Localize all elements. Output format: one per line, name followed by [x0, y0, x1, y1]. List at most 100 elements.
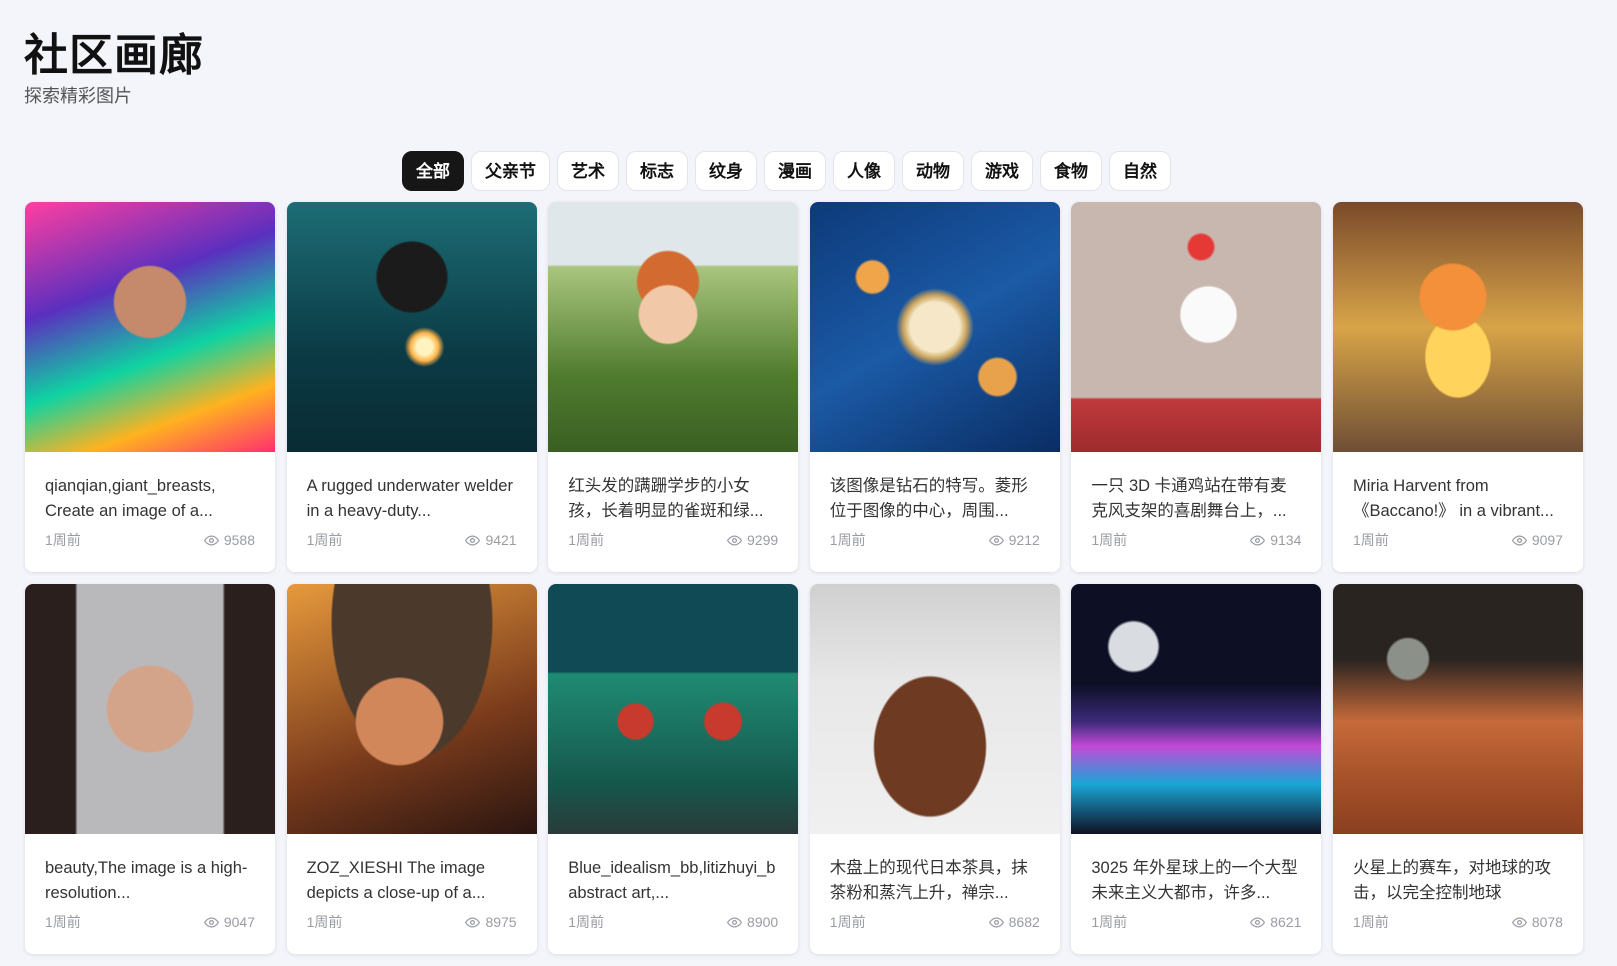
card-view-count: 9134	[1270, 532, 1302, 548]
card-caption: 红头发的蹒跚学步的小女孩，长着明显的雀斑和绿...	[568, 477, 764, 520]
gallery-card[interactable]: 一只 3D 卡通鸡站在带有麦克风支架的喜剧舞台上，... 1周前 9134	[1071, 202, 1322, 572]
gallery-card[interactable]: qianqian,giant_breasts, Create an image …	[25, 202, 275, 572]
page-title: 社区画廊	[24, 30, 204, 81]
gallery-card[interactable]: 火星上的赛车，对地球的攻击，以完全控制地球 1周前 8078	[1332, 584, 1583, 954]
tab-portrait[interactable]: 人像	[833, 151, 895, 191]
card-views: 8621	[1250, 912, 1301, 932]
card-view-count: 9588	[223, 532, 255, 548]
card-image[interactable]	[548, 584, 799, 834]
card-views: 8682	[988, 912, 1040, 932]
card-caption: 该图像是钻石的特写。菱形位于图像的中心，周围...	[829, 477, 1028, 520]
card-views: 9047	[203, 912, 255, 932]
card-caption: A rugged underwater welder in a heavy-du…	[306, 477, 513, 520]
card-views: 9588	[203, 530, 255, 550]
card-view-count: 9212	[1008, 532, 1040, 548]
gallery-card[interactable]: 红头发的蹒跚学步的小女孩，长着明显的雀斑和绿... 1周前 9299	[548, 202, 799, 572]
card-meta: 1周前 9299	[568, 530, 778, 550]
card-meta: 1周前 8078	[1353, 912, 1563, 932]
card-view-count: 9097	[1531, 532, 1563, 548]
card-view-count: 8078	[1531, 914, 1563, 930]
card-caption: qianqian,giant_breasts, Create an image …	[45, 477, 216, 520]
gallery-grid: qianqian,giant_breasts, Create an image …	[25, 202, 1583, 954]
tab-tattoo[interactable]: 纹身	[695, 151, 757, 191]
eye-icon	[1511, 916, 1527, 928]
card-meta: 1周前 8682	[830, 912, 1040, 932]
card-views: 9299	[727, 530, 778, 550]
card-image[interactable]	[548, 202, 799, 452]
card-image[interactable]	[809, 584, 1060, 834]
gallery-card[interactable]: 该图像是钻石的特写。菱形位于图像的中心，周围... 1周前 9212	[809, 202, 1060, 572]
card-time: 1周前	[568, 532, 604, 548]
card-image[interactable]	[1332, 202, 1583, 452]
card-image[interactable]	[25, 202, 275, 452]
tab-animal[interactable]: 动物	[902, 151, 964, 191]
card-image[interactable]	[1332, 584, 1583, 834]
card-caption: 木盘上的现代日本茶具，抹茶粉和蒸汽上升，禅宗...	[829, 859, 1028, 902]
gallery-card[interactable]: A rugged underwater welder in a heavy-du…	[286, 202, 537, 572]
card-meta: 1周前 9421	[307, 530, 517, 550]
card-views: 9421	[465, 530, 517, 550]
gallery-card[interactable]: 木盘上的现代日本茶具，抹茶粉和蒸汽上升，禅宗... 1周前 8682	[809, 584, 1060, 954]
gallery-card[interactable]: beauty,The image is a high-resolution...…	[25, 584, 275, 954]
eye-icon	[727, 534, 743, 546]
gallery-card[interactable]: 3025 年外星球上的一个大型未来主义大都市，许多... 1周前 8621	[1071, 584, 1322, 954]
card-time: 1周前	[1352, 532, 1389, 548]
card-views: 9097	[1511, 530, 1563, 550]
card-meta: 1周前 9588	[45, 530, 255, 550]
tab-art[interactable]: 艺术	[557, 151, 619, 191]
card-image[interactable]	[1071, 584, 1322, 834]
tab-fathers-day[interactable]: 父亲节	[471, 151, 550, 191]
card-time: 1周前	[1352, 914, 1389, 930]
card-caption: ZOZ_XIESHI The image depicts a close-up …	[306, 859, 486, 902]
card-views: 9134	[1250, 530, 1301, 550]
eye-icon	[203, 534, 219, 546]
tab-nature[interactable]: 自然	[1109, 151, 1171, 191]
eye-icon	[988, 916, 1004, 928]
card-time: 1周前	[45, 914, 81, 930]
card-view-count: 8900	[747, 914, 779, 930]
tab-game[interactable]: 游戏	[971, 151, 1033, 191]
card-time: 1周前	[829, 532, 866, 548]
card-image[interactable]	[25, 584, 275, 834]
card-caption: 3025 年外星球上的一个大型未来主义大都市，许多...	[1091, 859, 1298, 902]
tab-food[interactable]: 食物	[1040, 151, 1102, 191]
card-view-count: 8682	[1008, 914, 1040, 930]
card-time: 1周前	[1091, 532, 1128, 548]
card-time: 1周前	[568, 914, 604, 930]
card-time: 1周前	[45, 532, 81, 548]
tab-all[interactable]: 全部	[402, 151, 464, 191]
card-meta: 1周前 9212	[830, 530, 1040, 550]
card-meta: 1周前 9134	[1091, 530, 1301, 550]
card-caption: Blue_idealism_bb,litizhuyi_b abstract ar…	[568, 859, 776, 902]
tab-comic[interactable]: 漫画	[764, 151, 826, 191]
card-views: 9212	[988, 530, 1040, 550]
card-views: 8900	[727, 912, 778, 932]
card-meta: 1周前 8975	[307, 912, 517, 932]
card-image[interactable]	[1071, 202, 1322, 452]
card-view-count: 9421	[485, 532, 517, 548]
eye-icon	[1250, 534, 1266, 546]
gallery-card[interactable]: Blue_idealism_bb,litizhuyi_b abstract ar…	[548, 584, 799, 954]
card-caption: 一只 3D 卡通鸡站在带有麦克风支架的喜剧舞台上，...	[1091, 477, 1287, 520]
card-meta: 1周前 8621	[1091, 912, 1301, 932]
gallery-card[interactable]: Miria Harvent from 《Baccano!》 in a vibra…	[1332, 202, 1583, 572]
card-caption: 火星上的赛车，对地球的攻击，以完全控制地球	[1352, 859, 1551, 902]
eye-icon	[465, 916, 481, 928]
eye-icon	[988, 534, 1004, 546]
eye-icon	[727, 916, 743, 928]
tab-logo[interactable]: 标志	[626, 151, 688, 191]
gallery-card[interactable]: ZOZ_XIESHI The image depicts a close-up …	[286, 584, 537, 954]
eye-icon	[203, 916, 219, 928]
card-image[interactable]	[286, 202, 537, 452]
page-subtitle: 探索精彩图片	[24, 86, 132, 107]
card-image[interactable]	[809, 202, 1060, 452]
card-time: 1周前	[306, 532, 343, 548]
card-views: 8975	[465, 912, 517, 932]
page-header: 社区画廊 探索精彩图片	[24, 28, 204, 108]
card-time: 1周前	[306, 914, 343, 930]
card-view-count: 8621	[1270, 914, 1302, 930]
card-caption: beauty,The image is a high-resolution...	[45, 859, 248, 902]
card-image[interactable]	[286, 584, 537, 834]
eye-icon	[1250, 916, 1266, 928]
card-caption: Miria Harvent from 《Baccano!》 in a vibra…	[1352, 477, 1554, 520]
